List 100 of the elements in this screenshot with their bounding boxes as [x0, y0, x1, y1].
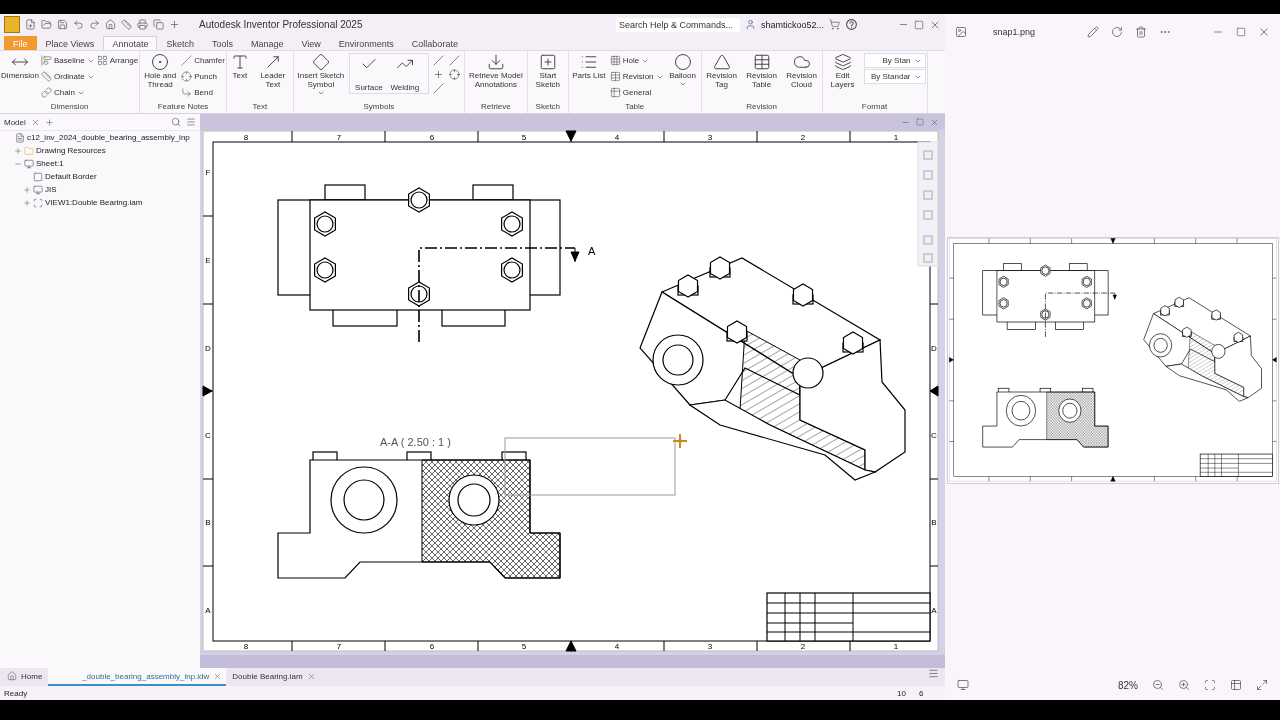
monitor-icon[interactable] [957, 679, 969, 691]
status-value: 6 [919, 688, 925, 698]
tree-item[interactable]: Sheet:1 [36, 159, 64, 169]
app-logo-icon[interactable] [4, 16, 20, 34]
ribbon-tab[interactable]: Sketch [157, 35, 203, 51]
style-dropdown[interactable]: By Standar [863, 69, 926, 85]
document-tab[interactable]: _double_bearing_assembly_inp.idw [48, 668, 227, 687]
expand-icon[interactable] [22, 186, 31, 194]
actual-size-icon[interactable] [1230, 679, 1242, 691]
node-icon[interactable] [15, 133, 25, 143]
ribbon-tool-button[interactable]: Insert Sketch Symbol [294, 53, 347, 98]
ribbon-tab[interactable]: Annotate [103, 35, 158, 51]
ribbon-tool-button[interactable]: Chain [41, 85, 95, 101]
cart-icon[interactable] [829, 19, 840, 31]
home-icon[interactable] [105, 19, 116, 31]
ribbon-tool-button[interactable]: Chamfer [181, 53, 225, 69]
copy-icon[interactable] [153, 19, 164, 31]
document-tab[interactable]: Home [3, 668, 47, 687]
search-icon[interactable] [171, 117, 181, 128]
node-icon[interactable] [33, 172, 43, 182]
redo-icon[interactable] [89, 19, 100, 31]
table-icon [609, 87, 621, 99]
sketch-tool-icon[interactable] [432, 83, 445, 95]
ribbon-tool-button[interactable]: Edit Layers [823, 53, 862, 90]
add-icon[interactable] [44, 118, 54, 127]
ruler-icon[interactable] [121, 19, 132, 31]
ribbon-tool-button[interactable]: Dimension [1, 53, 39, 81]
tree-item[interactable]: VIEW1:Double Bearing.iam [45, 198, 143, 208]
tree-item[interactable]: c12_inv_2024_double_bearing_assembly_inp [27, 133, 190, 143]
ribbon-tool-button[interactable]: Bend [181, 85, 225, 101]
zoom-out-icon[interactable] [1152, 679, 1164, 691]
hole-icon [151, 53, 170, 72]
expand-icon[interactable] [22, 199, 31, 207]
document-tab[interactable]: Double Bearing.iam [228, 668, 320, 687]
ribbon-tab[interactable]: Manage [241, 35, 293, 51]
plus-icon[interactable] [169, 19, 180, 31]
tree-item[interactable]: JIS [45, 185, 57, 195]
tree-item[interactable]: Default Border [45, 172, 97, 182]
ribbon-tab[interactable]: Collaborate [402, 35, 467, 51]
photo-icon[interactable] [955, 26, 967, 38]
print-icon[interactable] [137, 19, 148, 31]
close-icon[interactable] [30, 118, 40, 127]
ribbon-tool-button[interactable]: Retrieve Model Annotations [465, 53, 526, 90]
ribbon-tool-button[interactable]: Hole and Thread [141, 53, 180, 90]
maximize-icon[interactable] [914, 19, 924, 30]
restore-icon[interactable] [916, 118, 924, 127]
sketch-tool-icon[interactable] [432, 55, 445, 67]
user-icon[interactable] [744, 19, 756, 31]
help-icon[interactable] [845, 18, 858, 32]
node-icon[interactable] [33, 198, 43, 208]
ribbon-tool-button[interactable]: Revision [609, 69, 664, 85]
ribbon-tool-button[interactable]: Hole [609, 53, 664, 69]
save-icon[interactable] [57, 19, 68, 31]
ribbon-tab[interactable]: Environments [329, 35, 403, 51]
sketch-tool-icon[interactable] [448, 69, 461, 81]
fit-icon[interactable] [1204, 679, 1216, 691]
search-field[interactable]: Search Help & Commands... [615, 17, 740, 32]
ribbon-tool-button[interactable]: Surface [351, 55, 386, 93]
style-dropdown[interactable]: By Stan [863, 53, 926, 69]
expand-icon[interactable] [13, 147, 22, 155]
node-icon[interactable] [33, 185, 43, 195]
ribbon-tool-button[interactable]: Punch [181, 69, 225, 85]
ribbon-tool-button[interactable]: Revision Table [742, 53, 781, 90]
menu-icon[interactable] [186, 117, 196, 128]
ribbon-tool-button[interactable]: Welding [387, 55, 422, 93]
folder-icon[interactable] [41, 19, 52, 31]
browser-tab[interactable]: Model [4, 118, 26, 127]
ribbon-tool-button[interactable]: Revision Cloud [782, 53, 821, 90]
ribbon-tool-button[interactable]: Arrange [96, 53, 139, 69]
ribbon-tool-button[interactable]: Balloon [665, 53, 700, 89]
close-icon[interactable] [1258, 26, 1270, 38]
ribbon-tool-button[interactable]: Baseline [41, 53, 95, 69]
delete-icon[interactable] [1135, 26, 1148, 38]
close-icon[interactable] [930, 118, 939, 127]
ruler-icon [41, 71, 52, 83]
rotate-icon[interactable] [1111, 26, 1124, 38]
chain-link-icon [41, 87, 52, 99]
ribbon-tool-button[interactable]: Start Sketch [528, 53, 567, 90]
ribbon-tab[interactable]: Tools [202, 35, 242, 51]
zoom-in-icon[interactable] [1178, 679, 1190, 691]
ribbon-tool-button[interactable]: Leader Text [253, 53, 292, 90]
zone-label: 2 [800, 642, 806, 652]
ribbon-tool-button[interactable]: Parts List [569, 53, 608, 81]
ribbon-tool-button[interactable]: General [609, 85, 664, 101]
edit-icon[interactable] [1087, 26, 1100, 38]
undo-icon[interactable] [73, 19, 84, 31]
ribbon-tab[interactable]: View [292, 35, 330, 51]
ribbon-tab[interactable]: Place Views [36, 35, 104, 51]
maximize-icon[interactable] [1236, 27, 1246, 37]
sketch-tool-icon[interactable] [448, 55, 461, 67]
sketch-tool-icon[interactable] [432, 69, 445, 81]
node-icon[interactable] [24, 159, 34, 169]
zone-label: 4 [614, 642, 620, 652]
fullscreen-icon[interactable] [1256, 679, 1268, 691]
ribbon-tool-button[interactable]: Revision Tag [702, 53, 741, 90]
ribbon-tool-button[interactable]: Ordinate [41, 69, 95, 85]
user-menu[interactable]: shamtickoo52... [760, 19, 824, 30]
tree-item[interactable]: Drawing Resources [36, 146, 106, 156]
ribbon-tool-button[interactable]: Text [227, 53, 252, 81]
new-file-icon[interactable] [25, 19, 36, 31]
